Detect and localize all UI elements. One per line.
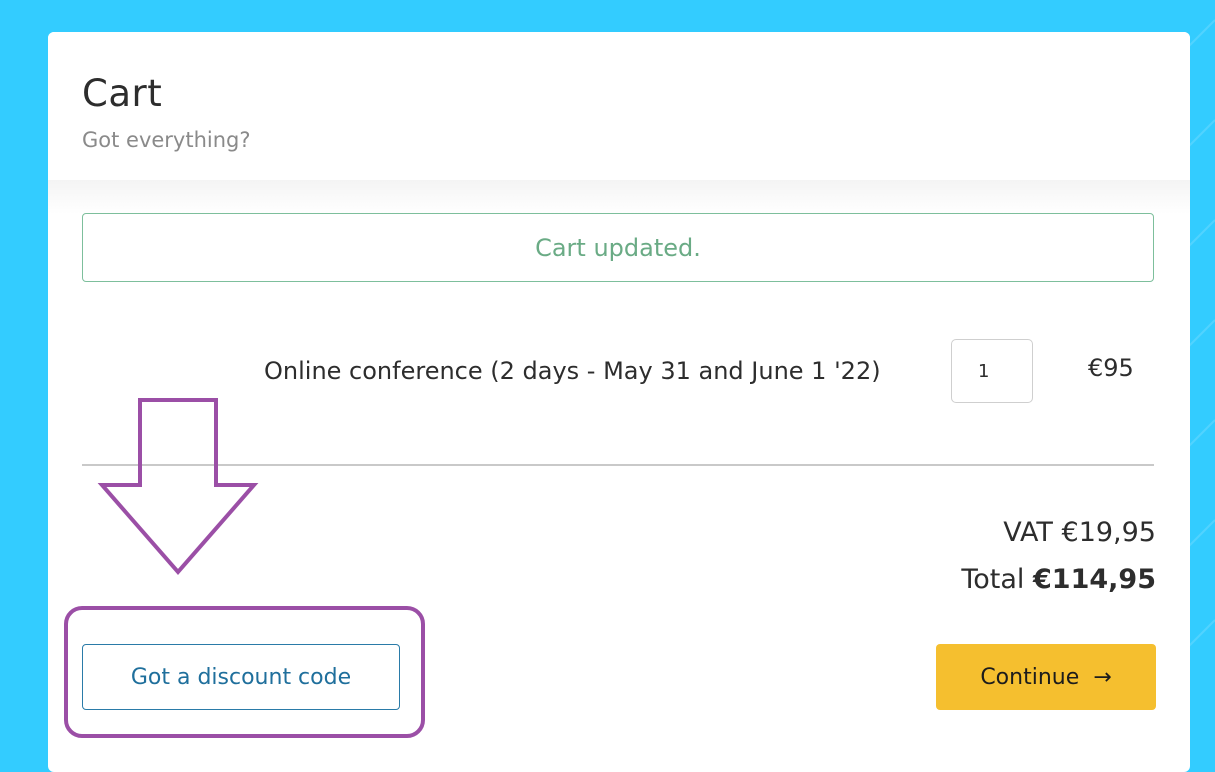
continue-label: Continue	[980, 664, 1080, 690]
cart-header: Cart Got everything?	[48, 32, 1190, 180]
cart-item-name: Online conference (2 days - May 31 and J…	[264, 357, 881, 385]
page-title: Cart	[82, 72, 163, 115]
alert-message: Cart updated.	[535, 233, 701, 262]
header-shadow	[48, 180, 1190, 214]
total-amount: €114,95	[1033, 564, 1156, 595]
cart-item-price: €95	[1088, 354, 1134, 382]
cart-card: Cart Got everything? Cart updated. Onlin…	[48, 32, 1190, 772]
cart-updated-alert: Cart updated.	[82, 213, 1154, 282]
page-subtitle: Got everything?	[82, 128, 251, 152]
total-label: Total	[961, 564, 1025, 595]
vat-label: VAT	[1003, 517, 1053, 548]
total-row: Total €114,95	[961, 564, 1156, 595]
divider	[82, 464, 1154, 466]
vat-amount: €19,95	[1061, 517, 1156, 548]
vat-row: VAT €19,95	[1003, 517, 1156, 548]
quantity-input[interactable]	[951, 339, 1033, 403]
continue-button[interactable]: Continue →	[936, 644, 1156, 710]
discount-code-button[interactable]: Got a discount code	[82, 644, 400, 710]
arrow-right-icon: →	[1093, 664, 1112, 690]
